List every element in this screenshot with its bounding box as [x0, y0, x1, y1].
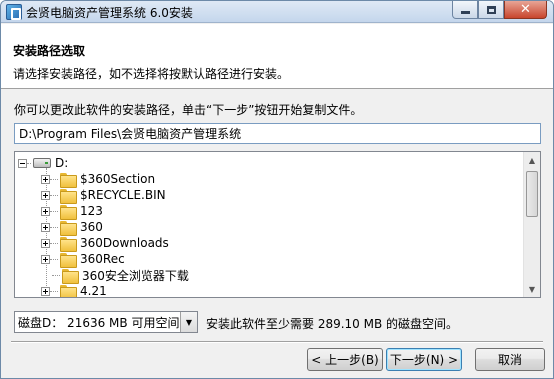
drive-select-value: 磁盘D： 21636 MB 可用空间 [18, 315, 180, 330]
tree-root-drive[interactable]: D: [18, 155, 68, 171]
collapse-toggle-icon[interactable] [18, 158, 27, 168]
tree-connector [50, 178, 58, 180]
folder-icon [62, 268, 79, 284]
expand-toggle-icon[interactable] [41, 254, 50, 264]
tree-connector [50, 242, 58, 244]
tree-item[interactable]: 123 [41, 203, 103, 220]
tree-item-label: 4.21 [80, 284, 107, 298]
scroll-thumb[interactable] [526, 171, 538, 217]
scroll-down-icon[interactable]: ▼ [524, 281, 540, 297]
tree-connector [52, 274, 60, 276]
tree-connector [27, 162, 31, 164]
hard-drive-icon [33, 158, 51, 168]
chevron-down-icon[interactable]: ▼ [180, 312, 197, 332]
folder-icon [60, 284, 77, 297]
folder-icon [60, 236, 77, 252]
tree-item-label: 360安全浏览器下载 [82, 268, 189, 283]
tree-item-label: $360Section [80, 172, 156, 186]
tree-item[interactable]: $RECYCLE.BIN [41, 187, 166, 204]
tree-root-label: D: [55, 156, 69, 170]
instruction-text: 你可以更改此软件的安装路径，单击“下一步”按钮开始复制文件。 [14, 103, 363, 117]
back-button[interactable]: < 上一步(B) [307, 348, 383, 371]
folder-icon [60, 172, 77, 188]
folder-icon [60, 220, 77, 236]
drive-select[interactable]: 磁盘D： 21636 MB 可用空间 ▼ [14, 311, 198, 333]
folder-icon [60, 188, 77, 204]
folder-tree[interactable]: D: $360Section $RECYCLE.BIN 123 360 360D… [14, 151, 541, 298]
folder-icon [60, 252, 77, 268]
tree-item[interactable]: 4.21 [41, 283, 107, 298]
expand-toggle-icon[interactable] [41, 238, 50, 248]
folder-icon [60, 204, 77, 220]
window-title: 会贤电脑资产管理系统 6.0安装 [26, 6, 193, 20]
footer-divider [11, 341, 543, 343]
maximize-button[interactable] [478, 1, 504, 19]
installer-icon [6, 4, 22, 20]
tree-item-label: $RECYCLE.BIN [80, 188, 166, 202]
tree-connector [50, 290, 58, 292]
expand-toggle-icon[interactable] [41, 222, 50, 232]
header-panel: 安装路径选取 请选择安装路径，如不选择将按默认路径进行安装。 [1, 24, 553, 89]
title-bar: 会贤电脑资产管理系统 6.0安装 ✕ [1, 1, 553, 23]
tree-item-label: 360 [80, 220, 103, 234]
next-button[interactable]: 下一步(N) > [386, 348, 462, 371]
minimize-button[interactable] [452, 1, 478, 19]
tree-connector [50, 258, 58, 260]
tree-item[interactable]: $360Section [41, 171, 156, 188]
close-icon: ✕ [520, 2, 531, 17]
tree-item[interactable]: 360Downloads [41, 235, 169, 252]
page-title: 安装路径选取 [13, 44, 86, 58]
tree-item-label: 360Rec [80, 252, 125, 266]
page-subtitle: 请选择安装路径，如不选择将按默认路径进行安装。 [13, 67, 290, 81]
cancel-button[interactable]: 取消 [475, 348, 545, 371]
tree-connector [50, 226, 58, 228]
expand-toggle-icon[interactable] [41, 174, 50, 184]
tree-item[interactable]: 360Rec [41, 251, 125, 268]
scroll-up-icon[interactable]: ▲ [524, 152, 540, 168]
install-path-input[interactable] [14, 123, 541, 144]
window-controls: ✕ [452, 1, 547, 19]
tree-scrollbar[interactable]: ▲ ▼ [523, 152, 540, 297]
tree-connector [50, 210, 58, 212]
minimize-icon [460, 11, 470, 14]
close-button[interactable]: ✕ [504, 1, 547, 19]
space-required-text: 安装此软件至少需要 289.10 MB 的磁盘空间。 [206, 317, 459, 331]
maximize-icon [486, 5, 496, 14]
tree-item-label: 360Downloads [80, 236, 169, 250]
installer-window: 会贤电脑资产管理系统 6.0安装 ✕ 安装路径选取 请选择安装路径，如不选择将按… [0, 0, 554, 379]
tree-connector [50, 194, 58, 196]
tree-item[interactable]: 360安全浏览器下载 [41, 267, 189, 284]
expand-toggle-icon[interactable] [41, 286, 50, 296]
tree-item[interactable]: 360 [41, 219, 103, 236]
expand-toggle-icon[interactable] [41, 206, 50, 216]
tree-item-label: 123 [80, 204, 103, 218]
expand-toggle-icon[interactable] [41, 190, 50, 200]
